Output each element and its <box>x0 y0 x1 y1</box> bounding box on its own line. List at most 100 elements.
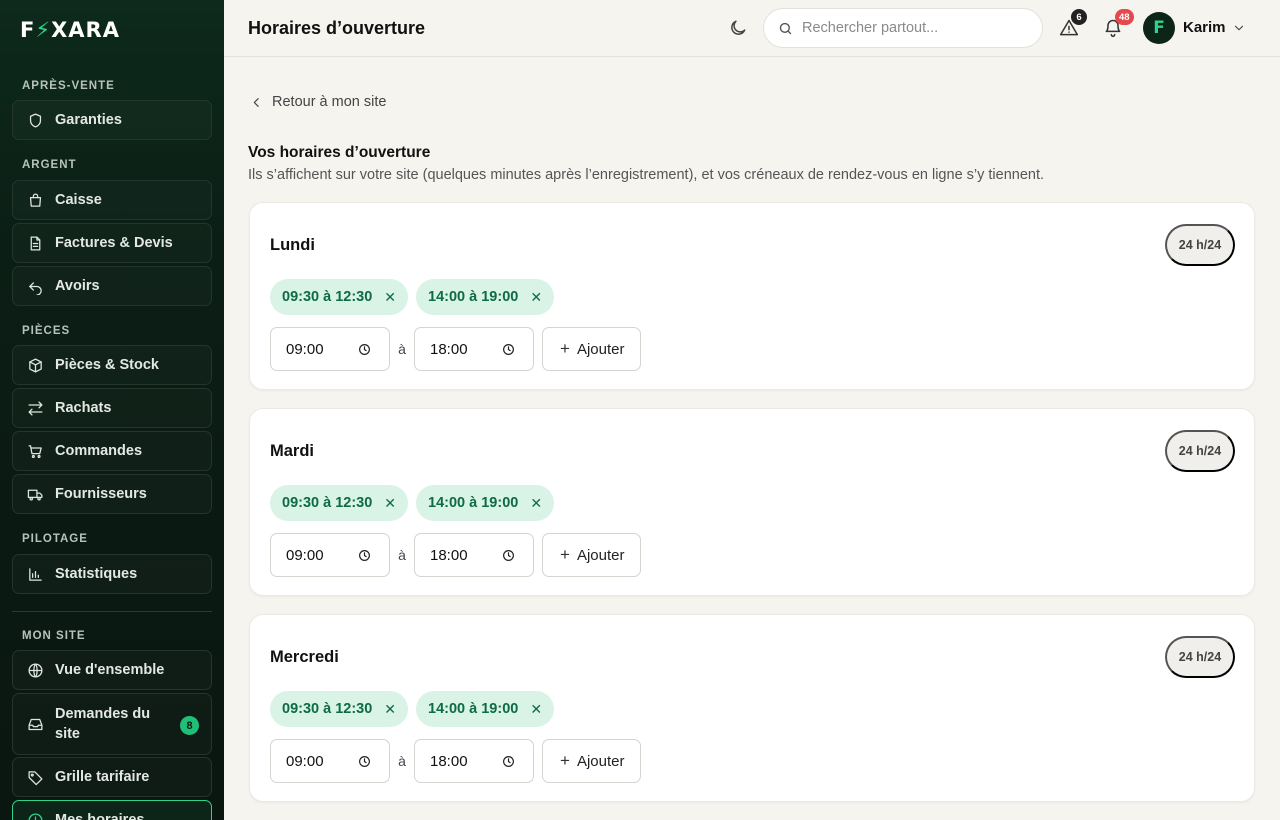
tag-icon <box>26 768 44 786</box>
moon-icon[interactable] <box>728 18 748 38</box>
day-card-mardi: Mardi 24 h/24 09:30 à 12:30 ✕ 14:00 à 19:… <box>249 408 1255 596</box>
globe-icon <box>26 661 44 679</box>
clock-icon <box>359 343 370 355</box>
swap-icon <box>26 399 44 417</box>
sidebar-item-label: Garanties <box>55 112 122 128</box>
time-slot-chip: 14:00 à 19:00 ✕ <box>416 691 555 727</box>
close-icon[interactable]: ✕ <box>530 701 542 718</box>
sidebar-item-caisse[interactable]: Caisse <box>12 180 212 220</box>
search-input[interactable] <box>802 20 1022 36</box>
topbar: Horaires d’ouverture 6 48 F Karim <box>224 0 1280 57</box>
add-slot-button[interactable]: + Ajouter <box>542 327 642 371</box>
day-name: Mercredi <box>270 648 339 666</box>
sidebar-item-garanties[interactable]: Garanties <box>12 100 212 140</box>
start-time-input[interactable]: 09:00 <box>270 327 390 371</box>
sidebar-item-label: Caisse <box>55 192 102 208</box>
sidebar-item-mes-horaires[interactable]: Mes horaires <box>12 800 212 820</box>
close-icon[interactable]: ✕ <box>530 289 542 306</box>
avatar[interactable]: F <box>1143 12 1175 44</box>
sidebar-item-label: Statistiques <box>55 566 138 582</box>
sidebar-item-demandes-du-site[interactable]: Demandes du site 8 <box>12 693 212 755</box>
end-time-input[interactable]: 18:00 <box>414 739 534 783</box>
all-day-toggle[interactable]: 24 h/24 <box>1165 636 1235 678</box>
section-heading: Vos horaires d’ouverture <box>248 144 431 161</box>
add-slot-button[interactable]: + Ajouter <box>542 739 642 783</box>
plus-icon: + <box>560 545 570 564</box>
section-label-pieces: PIÈCES <box>22 325 71 337</box>
sidebar-item-avoirs[interactable]: Avoirs <box>12 266 212 306</box>
time-slot-chip: 14:00 à 19:00 ✕ <box>416 485 555 521</box>
sidebar-item-label: Commandes <box>55 443 143 459</box>
sidebar-item-label: Vue d'ensemble <box>55 662 165 678</box>
time-slot-chip: 09:30 à 12:30 ✕ <box>270 691 409 727</box>
add-slot-row: 09:00 à 18:00 + Ajouter <box>270 533 642 577</box>
user-name[interactable]: Karim <box>1183 19 1226 36</box>
sidebar-item-pieces-stock[interactable]: Pièces & Stock <box>12 345 212 385</box>
range-separator: à <box>398 753 406 769</box>
notifications-badge: 48 <box>1115 9 1134 25</box>
add-slot-label: Ajouter <box>576 340 625 358</box>
time-slot-chip: 14:00 à 19:00 ✕ <box>416 279 555 315</box>
section-label-argent: ARGENT <box>22 159 77 171</box>
shield-icon <box>26 111 44 129</box>
bar-chart-icon <box>26 565 44 583</box>
slot-list: 09:30 à 12:30 ✕ 14:00 à 19:00 ✕ <box>270 691 555 727</box>
start-time-value: 09:00 <box>286 546 324 564</box>
sidebar-item-label: Rachats <box>55 400 112 416</box>
brand-logo[interactable]: F⚡XARA <box>20 18 120 42</box>
sidebar-item-statistiques[interactable]: Statistiques <box>12 554 212 594</box>
sidebar-item-rachats[interactable]: Rachats <box>12 388 212 428</box>
box-icon <box>26 356 44 374</box>
sidebar-item-grille-tarifaire[interactable]: Grille tarifaire <box>12 757 212 797</box>
start-time-input[interactable]: 09:00 <box>270 533 390 577</box>
section-label-pilotage: PILOTAGE <box>22 533 88 545</box>
end-time-input[interactable]: 18:00 <box>414 533 534 577</box>
plus-icon: + <box>560 339 570 358</box>
undo-icon <box>26 277 44 295</box>
search-icon <box>779 22 792 34</box>
sidebar-item-fournisseurs[interactable]: Fournisseurs <box>12 474 212 514</box>
alerts-badge: 6 <box>1071 9 1087 25</box>
add-slot-label: Ajouter <box>576 546 625 564</box>
section-description: Ils s’affichent sur votre site (quelques… <box>248 167 1045 183</box>
close-icon[interactable]: ✕ <box>384 701 396 718</box>
chevron-down-icon[interactable] <box>1232 21 1246 35</box>
close-icon[interactable]: ✕ <box>384 289 396 306</box>
sidebar-divider <box>12 611 212 612</box>
day-name: Lundi <box>270 236 315 254</box>
range-separator: à <box>398 547 406 563</box>
sidebar-item-vue-ensemble[interactable]: Vue d'ensemble <box>12 650 212 690</box>
slot-label: 09:30 à 12:30 <box>282 495 373 511</box>
inbox-icon <box>26 715 44 733</box>
slot-label: 09:30 à 12:30 <box>282 289 373 305</box>
add-slot-label: Ajouter <box>576 752 625 770</box>
sidebar-item-commandes[interactable]: Commandes <box>12 431 212 471</box>
sidebar-item-factures-devis[interactable]: Factures & Devis <box>12 223 212 263</box>
clock-icon <box>503 549 514 561</box>
all-day-toggle[interactable]: 24 h/24 <box>1165 224 1235 266</box>
back-link[interactable]: Retour à mon site <box>250 94 386 110</box>
chevron-left-icon <box>253 97 259 107</box>
slot-list: 09:30 à 12:30 ✕ 14:00 à 19:00 ✕ <box>270 279 555 315</box>
end-time-input[interactable]: 18:00 <box>414 327 534 371</box>
clock-icon <box>503 755 514 767</box>
sidebar-item-label: Mes horaires <box>55 812 145 820</box>
truck-icon <box>26 485 44 503</box>
back-link-label: Retour à mon site <box>272 94 387 110</box>
page-title: Horaires d’ouverture <box>248 18 426 38</box>
sidebar: F⚡XARA APRÈS-VENTE Garanties ARGENT Cais… <box>0 0 224 820</box>
search-bar[interactable] <box>763 8 1043 48</box>
add-slot-button[interactable]: + Ajouter <box>542 533 642 577</box>
slot-list: 09:30 à 12:30 ✕ 14:00 à 19:00 ✕ <box>270 485 555 521</box>
all-day-toggle[interactable]: 24 h/24 <box>1165 430 1235 472</box>
close-icon[interactable]: ✕ <box>530 495 542 512</box>
start-time-input[interactable]: 09:00 <box>270 739 390 783</box>
plus-icon: + <box>560 751 570 770</box>
add-slot-row: 09:00 à 18:00 + Ajouter <box>270 327 642 371</box>
count-badge: 8 <box>180 716 199 735</box>
cart-icon <box>26 442 44 460</box>
sidebar-item-label: Fournisseurs <box>55 486 147 502</box>
close-icon[interactable]: ✕ <box>384 495 396 512</box>
section-label-mon-site: MON SITE <box>22 630 86 642</box>
clock-icon <box>359 755 370 767</box>
